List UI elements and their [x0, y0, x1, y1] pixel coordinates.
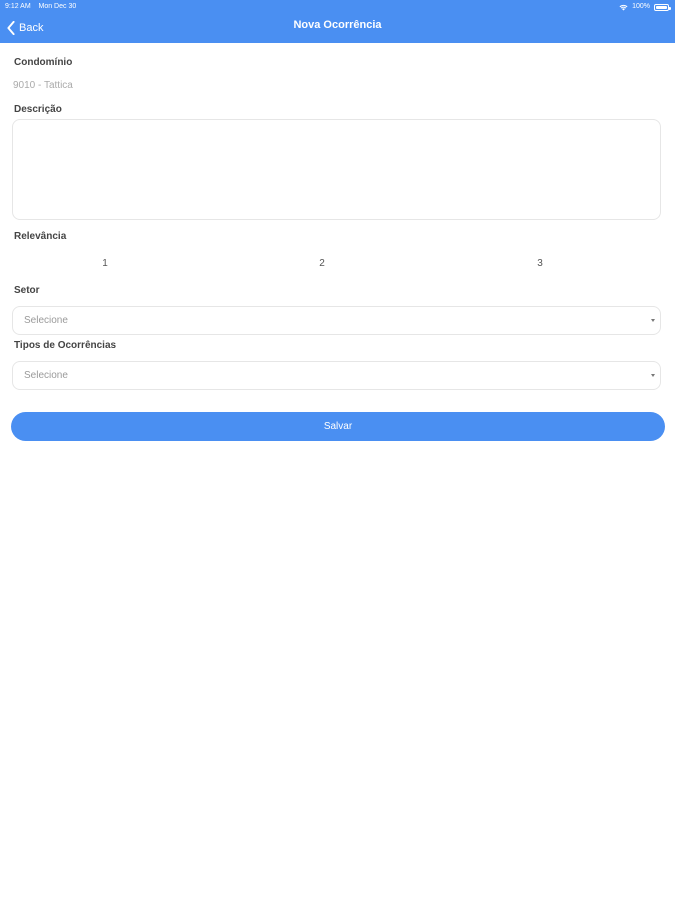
setor-select[interactable]: Selecione [12, 306, 661, 335]
status-bar: 9:12 AM Mon Dec 30 100% [0, 0, 675, 14]
setor-label: Setor [14, 285, 40, 296]
status-indicators: 100% [619, 0, 671, 14]
relevancia-selector: 1 2 3 [0, 258, 675, 272]
page-title: Nova Ocorrência [293, 19, 382, 31]
status-time-date: 9:12 AM Mon Dec 30 [5, 0, 76, 14]
status-time: 9:12 AM [5, 3, 31, 10]
save-button[interactable]: Salvar [11, 412, 665, 441]
caret-down-icon [651, 319, 655, 322]
condominio-label: Condomínio [14, 57, 73, 68]
app-header: 9:12 AM Mon Dec 30 100% Back Nova Ocorrê… [0, 0, 675, 43]
relevancia-option-2[interactable]: 2 [307, 258, 337, 269]
descricao-label: Descrição [14, 104, 62, 115]
battery-percentage: 100% [632, 3, 650, 10]
battery-icon [654, 3, 671, 11]
relevancia-option-3[interactable]: 3 [525, 258, 555, 269]
tipos-select-value: Selecione [24, 370, 68, 381]
status-date: Mon Dec 30 [38, 3, 77, 10]
relevancia-label: Relevância [14, 231, 67, 242]
relevancia-option-1[interactable]: 1 [90, 258, 120, 269]
condominio-value: 9010 - Tattica [13, 80, 73, 91]
tipos-select[interactable]: Selecione [12, 361, 661, 390]
tipos-label: Tipos de Ocorrências [14, 340, 117, 351]
setor-select-value: Selecione [24, 315, 68, 326]
caret-down-icon [651, 374, 655, 377]
descricao-textarea[interactable] [12, 119, 661, 220]
wifi-icon [619, 4, 628, 10]
